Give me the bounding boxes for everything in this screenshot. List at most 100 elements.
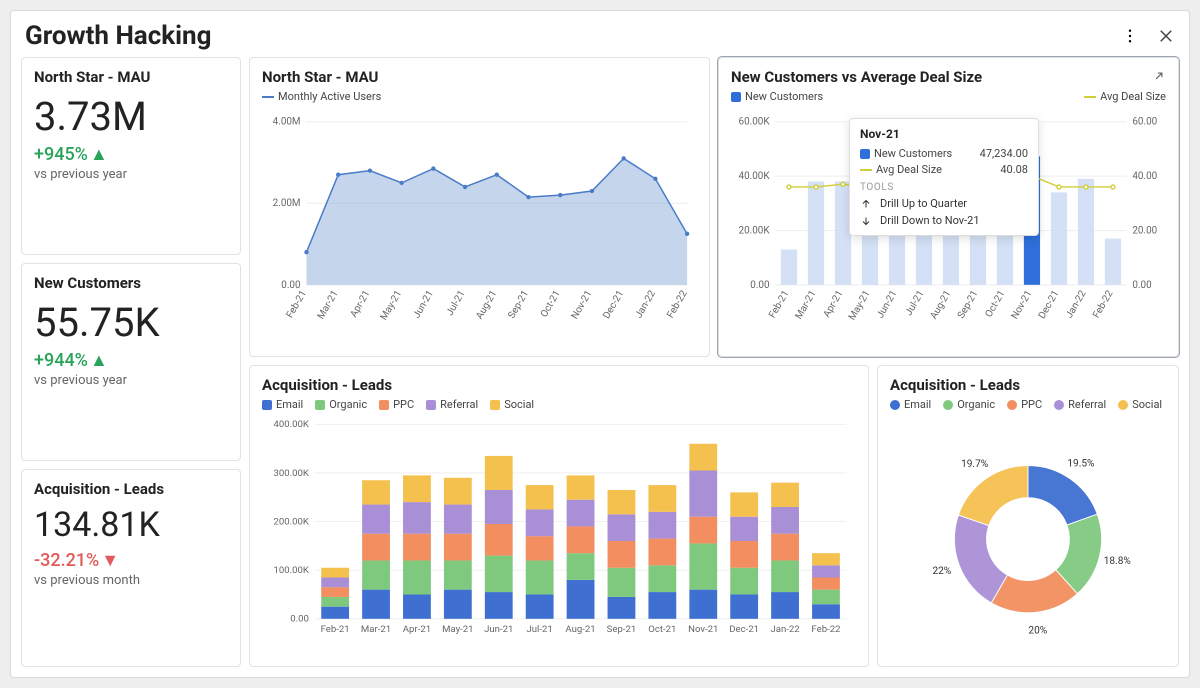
svg-text:60.00: 60.00	[1132, 117, 1157, 128]
svg-text:Apr-21: Apr-21	[821, 289, 845, 320]
svg-text:Mar-21: Mar-21	[361, 624, 391, 635]
svg-text:20.00: 20.00	[1132, 225, 1157, 236]
svg-text:Sep-21: Sep-21	[607, 624, 637, 635]
drill-down-button[interactable]: Drill Down to Nov-21	[860, 214, 1028, 227]
svg-text:Feb-22: Feb-22	[1091, 288, 1116, 320]
svg-text:Nov-21: Nov-21	[569, 289, 594, 322]
svg-text:40.00K: 40.00K	[739, 171, 771, 182]
svg-text:0.00: 0.00	[750, 280, 769, 291]
svg-text:20.00K: 20.00K	[739, 225, 771, 236]
svg-text:Jan-22: Jan-22	[633, 288, 658, 320]
svg-text:60.00K: 60.00K	[739, 117, 771, 128]
svg-text:Sep-21: Sep-21	[956, 289, 981, 321]
svg-text:Sep-21: Sep-21	[506, 289, 531, 321]
legend-item: PPC	[1007, 398, 1042, 411]
expand-icon[interactable]	[1152, 68, 1166, 82]
svg-text:Jun-21: Jun-21	[411, 289, 436, 321]
svg-text:Feb-21: Feb-21	[767, 289, 792, 320]
svg-text:Jan-22: Jan-22	[1064, 288, 1089, 320]
svg-text:Aug-21: Aug-21	[928, 289, 953, 322]
svg-text:Feb-21: Feb-21	[321, 624, 350, 635]
legend-item: Organic	[943, 398, 995, 411]
chart-new-customers-deal-size[interactable]: New Customers vs Average Deal Size New C…	[718, 57, 1179, 357]
legend-item: PPC	[379, 398, 414, 411]
svg-text:19.5%: 19.5%	[1067, 459, 1094, 470]
kpi-compare: vs previous year	[34, 167, 228, 182]
legend-item: Referral	[1054, 398, 1106, 411]
svg-text:Dec-21: Dec-21	[729, 624, 759, 635]
kpi-delta: +945%▲	[34, 144, 228, 165]
chart-north-star-mau[interactable]: North Star - MAU Monthly Active Users 0.…	[249, 57, 710, 357]
legend-item: Referral	[426, 398, 478, 411]
svg-text:Feb-22: Feb-22	[665, 288, 690, 320]
tools-header: TOOLS	[860, 182, 1028, 193]
dashboard: Growth Hacking North Star - MAU 3.73M +9…	[10, 10, 1190, 678]
legend-item: Monthly Active Users	[262, 90, 381, 103]
svg-text:May-21: May-21	[442, 624, 473, 635]
svg-text:Aug-21: Aug-21	[474, 289, 499, 322]
kpi-north-star[interactable]: North Star - MAU 3.73M +945%▲ vs previou…	[21, 57, 241, 255]
donut-chart: 19.5% 18.8% 20% 22% 19.7%	[890, 413, 1166, 656]
svg-text:20%: 20%	[1028, 625, 1047, 636]
svg-text:Apr-21: Apr-21	[348, 289, 372, 320]
kpi-delta: +944%▲	[34, 350, 228, 371]
svg-text:2.00M: 2.00M	[273, 198, 301, 209]
chart-acquisition-leads-donut[interactable]: Acquisition - Leads Email Organic PPC Refer…	[877, 365, 1179, 667]
legend-item: Organic	[315, 398, 367, 411]
svg-text:Oct-21: Oct-21	[984, 289, 1008, 320]
chart-tooltip: Nov-21 New Customers47,234.00 Avg Deal S…	[849, 118, 1039, 236]
drill-up-button[interactable]: Drill Up to Quarter	[860, 197, 1028, 210]
legend-item: Email	[890, 398, 931, 411]
legend-item: New Customers	[731, 90, 823, 103]
svg-text:40.00: 40.00	[1132, 171, 1157, 182]
kpi-title: New Customers	[34, 274, 228, 292]
svg-text:100.00K: 100.00K	[273, 565, 309, 576]
chart-acquisition-leads-bar[interactable]: Acquisition - Leads EmailOrganicPPCRefer…	[249, 365, 869, 667]
svg-text:Jun-21: Jun-21	[875, 289, 900, 321]
more-icon[interactable]	[1121, 27, 1139, 45]
stacked-bar-chart: 0.00 100.00K 200.00K 300.00K 400.00K Feb-21 Ma…	[262, 413, 856, 656]
kpi-acquisition-leads[interactable]: Acquisition - Leads 134.81K -32.21%▼ vs …	[21, 469, 241, 667]
svg-text:Dec-21: Dec-21	[601, 289, 626, 321]
kpi-title: North Star - MAU	[34, 68, 228, 86]
svg-text:0.00: 0.00	[281, 280, 300, 291]
svg-text:300.00K: 300.00K	[273, 468, 309, 479]
kpi-value: 134.81K	[34, 508, 228, 544]
svg-text:200.00K: 200.00K	[273, 516, 309, 527]
svg-text:Jul-21: Jul-21	[526, 624, 552, 635]
svg-text:Mar-21: Mar-21	[316, 289, 341, 321]
svg-text:0.00: 0.00	[290, 614, 309, 625]
legend-item: Social	[490, 398, 534, 411]
svg-text:22%: 22%	[932, 566, 951, 577]
svg-text:Feb-21: Feb-21	[285, 289, 310, 320]
close-icon[interactable]	[1157, 27, 1175, 45]
svg-text:Jul-21: Jul-21	[445, 289, 468, 318]
svg-text:Apr-21: Apr-21	[403, 624, 431, 635]
chart-title: Acquisition - Leads	[890, 376, 1166, 394]
svg-text:Nov-21: Nov-21	[1009, 289, 1034, 322]
svg-text:4.00M: 4.00M	[273, 117, 301, 128]
kpi-compare: vs previous year	[34, 373, 228, 388]
svg-text:May-21: May-21	[379, 289, 405, 323]
svg-text:18.8%: 18.8%	[1104, 556, 1131, 567]
kpi-value: 3.73M	[34, 96, 228, 138]
area-chart: 0.002.00M4.00MFeb-21Mar-21Apr-21May-21Ju…	[262, 105, 697, 346]
tooltip-title: Nov-21	[860, 127, 1028, 141]
svg-text:400.00K: 400.00K	[273, 419, 309, 430]
kpi-compare: vs previous month	[34, 573, 228, 588]
kpi-title: Acquisition - Leads	[34, 480, 228, 498]
legend-item: Social	[1118, 398, 1162, 411]
dashboard-header: Growth Hacking	[11, 11, 1189, 57]
svg-text:Feb-22: Feb-22	[811, 624, 841, 635]
legend-item: Avg Deal Size	[1084, 90, 1166, 103]
page-title: Growth Hacking	[25, 21, 211, 51]
svg-text:Dec-21: Dec-21	[1037, 289, 1062, 321]
svg-text:Mar-21: Mar-21	[793, 289, 818, 321]
kpi-new-customers[interactable]: New Customers 55.75K +944%▲ vs previous …	[21, 263, 241, 461]
chart-title: North Star - MAU	[262, 68, 697, 86]
svg-text:19.7%: 19.7%	[961, 459, 988, 470]
kpi-column: North Star - MAU 3.73M +945%▲ vs previou…	[21, 57, 241, 667]
svg-text:0.00: 0.00	[1132, 280, 1151, 291]
svg-text:Aug-21: Aug-21	[565, 624, 595, 635]
chart-title: Acquisition - Leads	[262, 376, 856, 394]
